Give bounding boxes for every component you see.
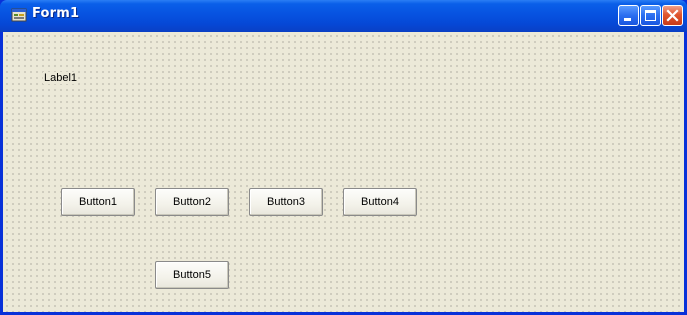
close-button[interactable] [662,5,683,26]
button2[interactable]: Button2 [155,188,229,216]
design-grid [3,32,684,312]
button3[interactable]: Button3 [249,188,323,216]
button5[interactable]: Button5 [155,261,229,289]
maximize-button[interactable] [640,5,661,26]
form-design-surface[interactable]: Label1 Button1 Button2 Button3 Button4 B… [3,32,684,312]
button4[interactable]: Button4 [343,188,417,216]
window-title: Form1 [32,6,80,21]
form-window: Form1 Label1 Button1 Button2 Button3 But… [0,0,687,315]
form-icon [11,7,28,24]
title-bar[interactable]: Form1 [0,0,687,32]
button1[interactable]: Button1 [61,188,135,216]
maximize-icon [645,10,656,21]
label1[interactable]: Label1 [43,72,79,84]
close-icon [666,9,679,22]
minimize-icon [624,18,631,21]
minimize-button[interactable] [618,5,639,26]
